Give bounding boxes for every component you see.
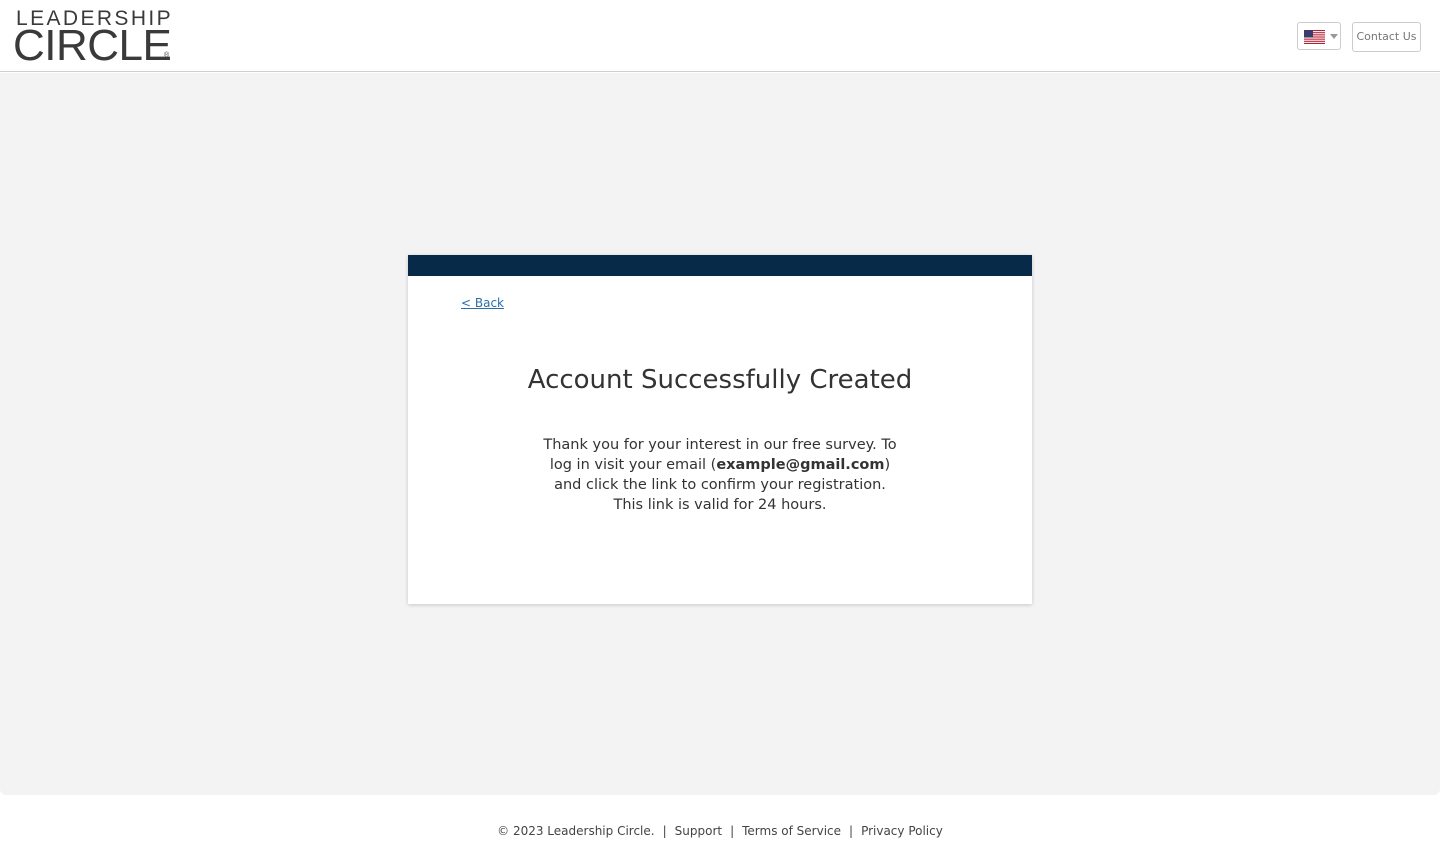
footer-separator: | [849,824,854,838]
us-flag-icon [1304,30,1325,44]
site-footer: © 2023 Leadership Circle. | Support | Terms … [0,820,1440,842]
logo-text-bottom: CIRCLE [13,21,172,70]
logo-registered-mark: ® [164,52,170,59]
page-title: Account Successfully Created [527,365,913,395]
site-header: LEADERSHIP CIRCLE ® Contact Us [0,0,1440,72]
language-select[interactable] [1297,22,1341,50]
chevron-down-icon [1330,34,1338,39]
main-content: < Back Account Successfully Created Than… [0,73,1440,795]
contact-us-button[interactable]: Contact Us [1352,22,1421,52]
footer-separator: | [730,824,735,838]
support-link[interactable]: Support [675,824,722,838]
terms-of-service-link[interactable]: Terms of Service [742,824,841,838]
privacy-policy-link[interactable]: Privacy Policy [861,824,943,838]
confirmation-card: < Back Account Successfully Created Than… [408,255,1032,604]
card-header-bar [408,255,1032,276]
footer-separator: | [662,824,667,838]
email-address: example@gmail.com [716,457,885,473]
back-link[interactable]: < Back [461,296,504,310]
confirmation-message: Thank you for your interest in our free … [540,435,900,515]
leadership-circle-logo[interactable]: LEADERSHIP CIRCLE ® [13,8,173,70]
copyright-text: © 2023 Leadership Circle. [497,824,655,838]
